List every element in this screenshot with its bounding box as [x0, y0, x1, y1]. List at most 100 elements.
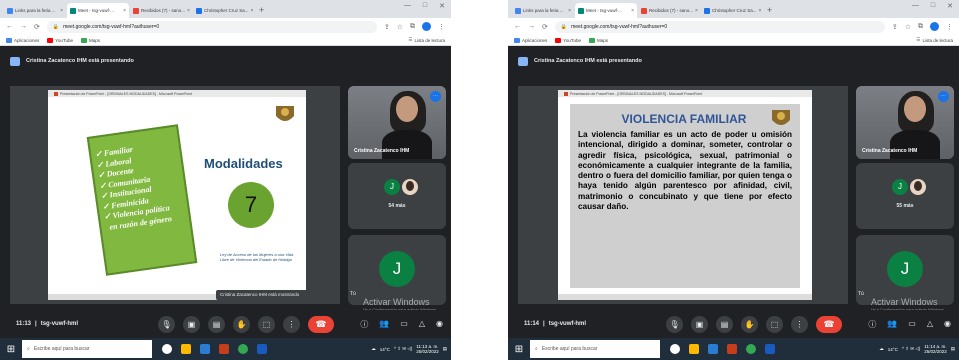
people-icon[interactable]: 👥 [379, 319, 389, 330]
windows-icon[interactable]: ⊞ [0, 338, 22, 360]
chrome-icon[interactable] [746, 344, 756, 354]
close-icon[interactable]: × [251, 8, 254, 14]
close-icon[interactable]: × [123, 8, 126, 14]
forward-icon[interactable]: → [528, 23, 535, 30]
cortana-icon[interactable] [162, 344, 172, 354]
star-icon[interactable]: ☆ [397, 23, 403, 31]
self-tile[interactable]: J [856, 235, 954, 305]
close-icon[interactable]: × [695, 8, 698, 14]
camera-tile[interactable]: ⋯ Cristina Zacatenco IHM [348, 86, 446, 159]
more-options-icon[interactable]: ⋯ [938, 91, 949, 102]
reload-icon[interactable]: ⟳ [34, 23, 40, 31]
menu-icon[interactable]: ⋮ [946, 23, 953, 31]
camera-icon[interactable]: ▣ [183, 315, 200, 333]
taskbar-search-input[interactable]: ⌕ Escribe aquí para buscar [22, 340, 152, 358]
back-icon[interactable]: ← [6, 23, 13, 30]
activities-icon[interactable]: △ [419, 319, 425, 330]
chrome-icon[interactable] [238, 344, 248, 354]
others-tile[interactable]: J 55 más [856, 163, 954, 229]
close-icon[interactable]: × [187, 8, 190, 14]
file-explorer-icon[interactable] [708, 344, 718, 354]
lock-icon[interactable]: ◉ [944, 319, 951, 330]
menu-icon[interactable]: ⋮ [438, 23, 445, 31]
reading-list[interactable]: ☰ Lista de lectura [408, 37, 445, 43]
others-tile[interactable]: J 54 más [348, 163, 446, 229]
browser-tab[interactable]: Christopher Cruz Sa... × [701, 3, 763, 18]
word-icon[interactable] [257, 344, 267, 354]
minimize-icon[interactable]: — [404, 2, 411, 10]
close-window-icon[interactable]: ✕ [439, 2, 445, 10]
new-tab-button[interactable]: + [767, 3, 772, 18]
maximize-icon[interactable]: □ [931, 2, 935, 10]
powerpoint-taskbar-icon[interactable] [727, 344, 737, 354]
profile-avatar[interactable] [422, 22, 431, 31]
raise-hand-icon[interactable]: ✋ [233, 315, 250, 333]
end-call-icon[interactable]: ☎ [816, 315, 842, 333]
tray-icons[interactable]: ^ ⇪ ✉ ◁) [902, 346, 920, 352]
share-icon[interactable]: ⇪ [892, 23, 898, 31]
lock-icon[interactable]: ◉ [436, 319, 443, 330]
self-tile[interactable]: J [348, 235, 446, 305]
camera-icon[interactable]: ▣ [691, 315, 708, 333]
chat-icon[interactable]: ▭ [908, 319, 916, 330]
browser-tab-active[interactable]: Meet - tsg-vuwf-... × [67, 3, 129, 18]
bookmark-youtube[interactable]: YouTube [47, 37, 73, 43]
browser-tab-active[interactable]: Meet - tsg-vuwf-... × [575, 3, 637, 18]
maximize-icon[interactable]: □ [423, 2, 427, 10]
more-options-icon[interactable]: ⋯ [430, 91, 441, 102]
close-icon[interactable]: × [631, 8, 634, 14]
forward-icon[interactable]: → [20, 23, 27, 30]
close-icon[interactable]: × [759, 8, 762, 14]
captions-icon[interactable]: ▤ [208, 315, 225, 333]
share-icon[interactable]: ⇪ [384, 23, 390, 31]
camera-tile[interactable]: ⋯ Cristina Zacatenco IHM [856, 86, 954, 159]
reload-icon[interactable]: ⟳ [542, 23, 548, 31]
cortana-icon[interactable] [670, 344, 680, 354]
back-icon[interactable]: ← [514, 23, 521, 30]
people-icon[interactable]: 👥 [887, 319, 897, 330]
info-icon[interactable]: ⓘ [360, 319, 368, 330]
windows-icon[interactable]: ⊞ [508, 338, 530, 360]
new-tab-button[interactable]: + [259, 3, 264, 18]
browser-tab[interactable]: Links para la feria ... × [4, 3, 66, 18]
word-icon[interactable] [765, 344, 775, 354]
more-icon[interactable]: ⋮ [283, 315, 300, 333]
info-icon[interactable]: ⓘ [868, 319, 876, 330]
bookmark-apps[interactable]: Aplicaciones [6, 37, 39, 43]
reading-list[interactable]: ☰ Lista de lectura [916, 37, 953, 43]
notifications-icon[interactable]: ▤ [951, 346, 955, 352]
end-call-icon[interactable]: ☎ [308, 315, 334, 333]
present-icon[interactable]: ⬚ [258, 315, 275, 333]
powerpoint-taskbar-icon[interactable] [219, 344, 229, 354]
close-window-icon[interactable]: ✕ [947, 2, 953, 10]
bookmark-youtube[interactable]: YouTube [555, 37, 581, 43]
chat-icon[interactable]: ▭ [400, 319, 408, 330]
close-icon[interactable]: × [60, 8, 63, 14]
profile-avatar[interactable] [930, 22, 939, 31]
activities-icon[interactable]: △ [927, 319, 933, 330]
tray-icons[interactable]: ^ ⇪ ✉ ◁) [394, 346, 412, 352]
browser-tab[interactable]: Recibidos (7) - sano... × [638, 3, 700, 18]
mic-icon[interactable]: 🎙 [158, 315, 175, 333]
bookmark-apps[interactable]: Aplicaciones [514, 37, 547, 43]
extensions-icon[interactable]: ⧉ [410, 23, 415, 31]
url-input[interactable]: 🔒 meet.google.com/tsg-vuwf-hml?authuser=0 [554, 20, 885, 33]
bookmark-maps[interactable]: Maps [588, 37, 608, 43]
task-view-icon[interactable] [181, 344, 191, 354]
task-view-icon[interactable] [689, 344, 699, 354]
minimize-icon[interactable]: — [912, 2, 919, 10]
more-icon[interactable]: ⋮ [791, 315, 808, 333]
clock[interactable]: 11:13 a. m. 25/02/2022 [416, 344, 439, 354]
browser-tab[interactable]: Christopher Cruz Sa... × [193, 3, 255, 18]
browser-tab[interactable]: Recibidos (7) - sano... × [130, 3, 192, 18]
bookmark-maps[interactable]: Maps [80, 37, 100, 43]
url-input[interactable]: 🔒 meet.google.com/tsg-vuwf-hml?authuser=0 [46, 20, 377, 33]
close-icon[interactable]: × [568, 8, 571, 14]
extensions-icon[interactable]: ⧉ [918, 23, 923, 31]
browser-tab[interactable]: Links para la feria ... × [512, 3, 574, 18]
mic-icon[interactable]: 🎙 [666, 315, 683, 333]
taskbar-search-input[interactable]: ⌕ Escribe aquí para buscar [530, 340, 660, 358]
captions-icon[interactable]: ▤ [716, 315, 733, 333]
file-explorer-icon[interactable] [200, 344, 210, 354]
star-icon[interactable]: ☆ [905, 23, 911, 31]
